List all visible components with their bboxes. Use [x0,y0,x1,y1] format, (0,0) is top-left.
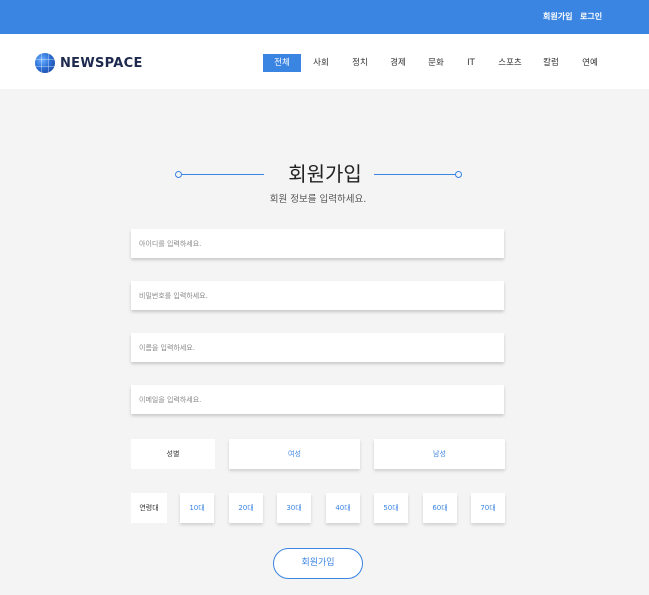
age-60s-button[interactable]: 60대 [423,493,457,523]
gender-female-button[interactable]: 여성 [229,439,360,469]
nav-item-column[interactable]: 칼럼 [539,54,563,72]
age-10s-button[interactable]: 10대 [180,493,214,523]
age-20s-button[interactable]: 20대 [229,493,263,523]
id-input[interactable] [131,229,504,258]
page-title: 회원가입 [288,162,362,186]
logo-text[interactable]: NEWSPACE [60,56,143,71]
title-left-dot [175,171,182,178]
age-40s-button[interactable]: 40대 [326,493,360,523]
nav-item-culture[interactable]: 문화 [424,54,448,72]
age-50s-button[interactable]: 50대 [374,493,408,523]
age-70s-button[interactable]: 70대 [471,493,505,523]
nav-item-society[interactable]: 사회 [309,54,333,72]
nav-item-politics[interactable]: 정치 [348,54,372,72]
age-label: 연령대 [131,493,167,523]
login-link[interactable]: 로그인 [580,11,602,22]
nav-item-economy[interactable]: 경제 [386,54,410,72]
name-input[interactable] [131,333,504,362]
page-subtitle: 회원 정보를 입력하세요. [269,194,367,205]
globe-logo-icon[interactable] [35,53,55,73]
signup-link[interactable]: 회원가입 [543,11,572,22]
password-input[interactable] [131,281,504,310]
title-right-dot [455,171,462,178]
nav-item-all[interactable]: 전체 [263,54,301,72]
title-right-line [374,174,455,175]
nav-item-sports[interactable]: 스포츠 [495,54,525,72]
top-bar: 회원가입 로그인 [0,0,649,34]
signup-submit-button[interactable]: 회원가입 [273,548,363,579]
gender-label: 성별 [131,439,215,469]
email-input[interactable] [131,385,504,414]
age-30s-button[interactable]: 30대 [277,493,311,523]
nav-item-entertainment[interactable]: 연예 [578,54,602,72]
gender-male-button[interactable]: 남성 [374,439,505,469]
title-left-line [182,174,264,175]
nav-item-it[interactable]: IT [462,54,480,72]
header: NEWSPACE 전체 사회 정치 경제 문화 IT 스포츠 칼럼 연예 [0,34,649,89]
